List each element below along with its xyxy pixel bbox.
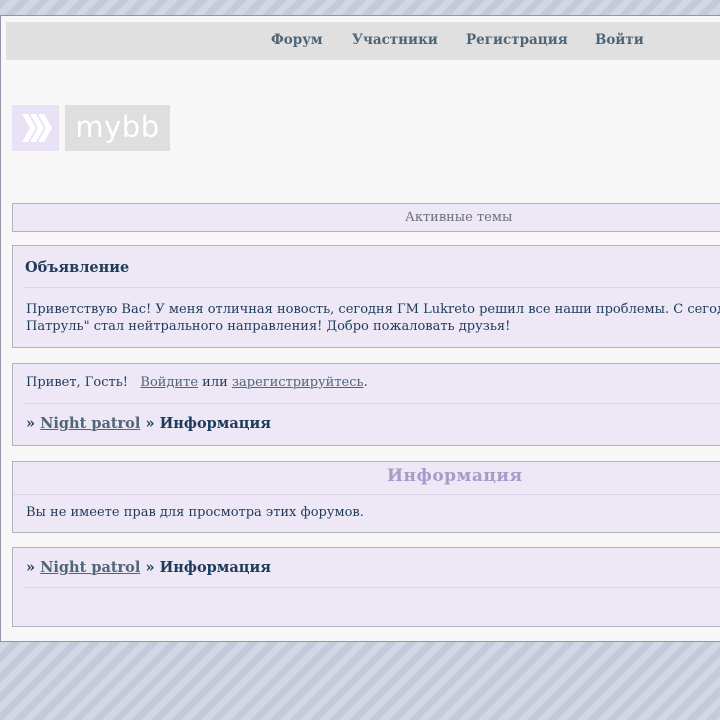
or-text: или (202, 375, 228, 390)
active-topics-link[interactable]: Активные темы (405, 204, 512, 232)
bottom-breadcrumb-box: » Night patrol » Информация (12, 547, 720, 627)
login-link[interactable]: Войдите (140, 375, 198, 390)
forum-page: Форум Участники Регистрация Войти mybb А… (0, 15, 720, 642)
logo-wordmark: mybb (65, 105, 170, 151)
top-navbar: Форум Участники Регистрация Войти (6, 22, 720, 60)
breadcrumb-current: Информация (159, 415, 271, 432)
greeting-text: Привет, Гость! (26, 375, 129, 390)
announcement-box: Объявление Приветствую Вас! У меня отлич… (12, 245, 720, 348)
breadcrumb-forum-link[interactable]: Night patrol (40, 415, 140, 432)
divider (25, 587, 720, 588)
divider (25, 287, 720, 288)
breadcrumb-separator: » (26, 559, 36, 576)
breadcrumb-current: Информация (159, 559, 271, 576)
nav-members-link[interactable]: Участники (352, 22, 438, 58)
breadcrumb-separator: » (145, 415, 155, 432)
nav-register-link[interactable]: Регистрация (466, 22, 568, 58)
guest-greeting: Привет, Гость! Войдите или зарегистрируй… (26, 375, 368, 390)
divider (25, 403, 720, 404)
welcome-box: Привет, Гость! Войдите или зарегистрируй… (12, 363, 720, 446)
announcement-text: Приветствую Вас! У меня отличная новость… (26, 301, 720, 335)
register-link[interactable]: зарегистрируйтесь (232, 375, 364, 390)
breadcrumb: » Night patrol » Информация (26, 415, 271, 432)
info-box: Информация Вы не имеете прав для просмот… (12, 461, 720, 533)
breadcrumb-forum-link[interactable]: Night patrol (40, 559, 140, 576)
announcement-title: Объявление (25, 259, 130, 276)
period-text: . (363, 375, 368, 390)
announcement-line-2: Патруль" стал нейтрального направления! … (26, 319, 511, 334)
breadcrumb: » Night patrol » Информация (26, 559, 271, 576)
breadcrumb-separator: » (145, 559, 155, 576)
nav-forum-link[interactable]: Форум (271, 22, 323, 58)
info-title: Информация (387, 466, 523, 486)
breadcrumb-separator: » (26, 415, 36, 432)
announcement-line-1: Приветствую Вас! У меня отличная новость… (26, 302, 720, 317)
active-topics-bar[interactable]: Активные темы (12, 203, 720, 232)
nav-login-link[interactable]: Войти (595, 22, 644, 58)
chevrons-logo-icon (12, 105, 59, 151)
info-message: Вы не имеете прав для просмотра этих фор… (26, 505, 364, 520)
divider (13, 494, 720, 495)
